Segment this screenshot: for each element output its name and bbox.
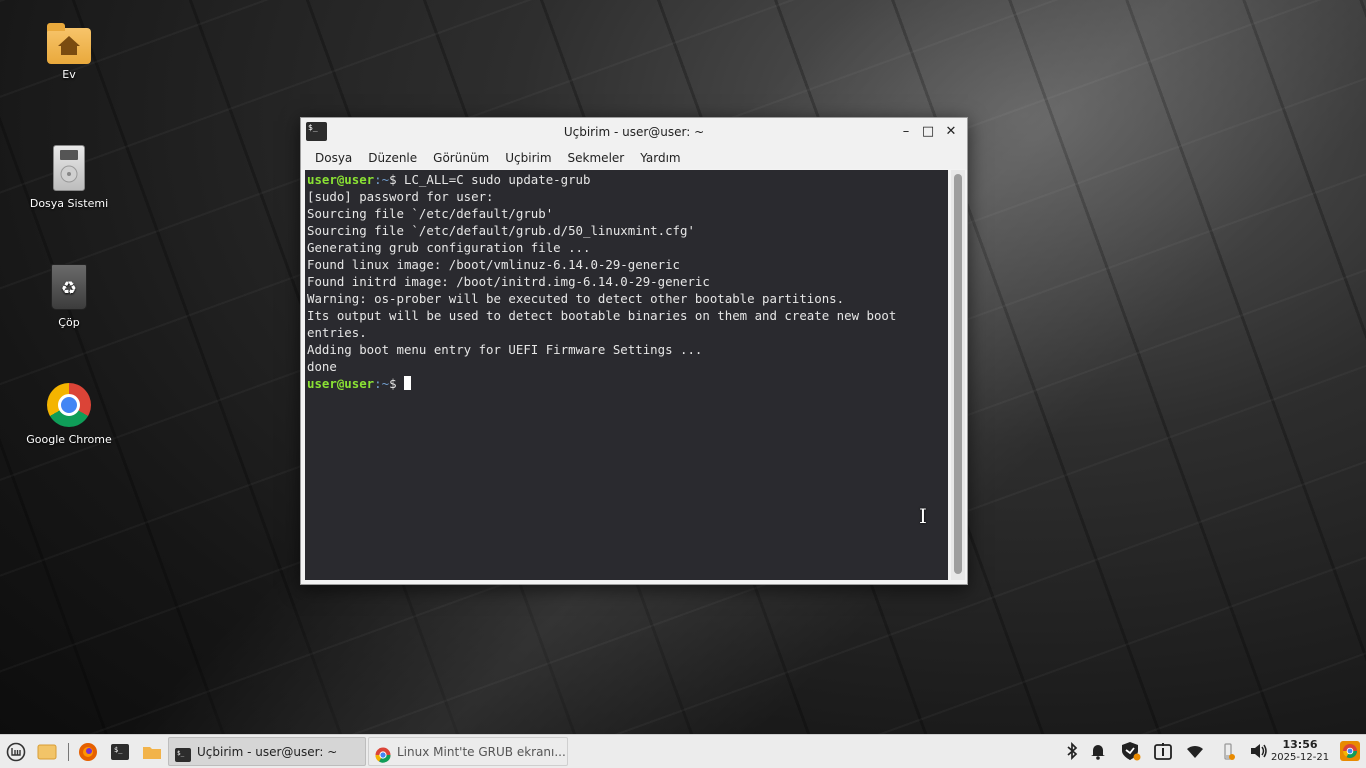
desktop-icon-chrome[interactable]: Google Chrome	[14, 383, 124, 446]
trash-icon: ♻	[51, 264, 87, 310]
svg-text:♻: ♻	[61, 278, 77, 299]
chrome-tray-icon[interactable]	[1340, 741, 1360, 761]
terminal-line: Found linux image: /boot/vmlinuz-6.14.0-…	[307, 257, 680, 272]
desktop-icon-label: Çöp	[58, 316, 80, 329]
files-launcher-icon[interactable]	[142, 742, 162, 762]
terminal-icon: $_	[175, 745, 191, 762]
shield-icon[interactable]	[1120, 741, 1141, 761]
show-desktop-icon[interactable]	[37, 742, 57, 762]
clock-time: 13:56	[1282, 738, 1318, 751]
terminal-line: Found initrd image: /boot/initrd.img-6.1…	[307, 274, 710, 289]
svg-text:$_: $_	[177, 750, 185, 757]
prompt-path: :~	[374, 376, 390, 391]
minimize-button[interactable]: –	[898, 124, 914, 140]
terminal-line: entries.	[307, 325, 367, 340]
text-cursor	[403, 376, 411, 390]
terminal-line: done	[307, 359, 337, 374]
terminal-line: Its output will be used to detect bootab…	[307, 308, 897, 323]
taskbar: $_ $_ Uçbirim - user@user: ~ Linux Mint'…	[0, 734, 1366, 768]
desktop-icon-home[interactable]: Ev	[14, 23, 124, 81]
menu-view[interactable]: Görünüm	[425, 147, 497, 169]
terminal-line: Generating grub configuration file ...	[307, 240, 591, 255]
command-text: LC_ALL=C sudo update-grub	[403, 172, 591, 187]
terminal-launcher-icon[interactable]: $_	[110, 742, 130, 762]
terminal-window[interactable]: $_ Uçbirim - user@user: ~ – □ ✕ Dosya Dü…	[300, 117, 968, 585]
task-chrome[interactable]: Linux Mint'te GRUB ekranı...	[368, 737, 568, 766]
window-title: Uçbirim - user@user: ~	[563, 125, 705, 139]
prompt-user: user@user	[307, 376, 375, 391]
clock-date: 2025-12-21	[1270, 752, 1330, 763]
prompt-symbol: $	[389, 376, 404, 391]
maximize-button[interactable]: □	[920, 124, 936, 140]
terminal-output[interactable]: user@user:~$ LC_ALL=C sudo update-grub [s…	[305, 170, 948, 580]
terminal-line: Adding boot menu entry for UEFI Firmware…	[307, 342, 703, 357]
wifi-icon[interactable]	[1185, 741, 1205, 761]
update-icon[interactable]	[1153, 741, 1173, 761]
svg-text:$_: $_	[114, 746, 123, 754]
menu-terminal[interactable]: Uçbirim	[497, 147, 559, 169]
task-label: Linux Mint'te GRUB ekranı...	[397, 745, 566, 759]
battery-icon[interactable]	[1218, 741, 1238, 761]
drive-icon	[53, 145, 85, 191]
firefox-icon[interactable]	[78, 742, 98, 762]
bluetooth-icon[interactable]	[1062, 741, 1082, 761]
menu-file[interactable]: Dosya	[307, 147, 360, 169]
window-titlebar[interactable]: $_ Uçbirim - user@user: ~ – □ ✕	[301, 118, 967, 147]
terminal-line: [sudo] password for user:	[307, 189, 494, 204]
terminal-line-prompt: user@user:~$	[307, 375, 948, 392]
menu-edit[interactable]: Düzenle	[360, 147, 425, 169]
prompt-user: user@user	[307, 172, 375, 187]
chrome-icon	[47, 383, 91, 427]
desktop-icon-label: Dosya Sistemi	[29, 197, 109, 210]
terminal-scrollbar[interactable]	[951, 170, 965, 580]
menu-help[interactable]: Yardım	[632, 147, 688, 169]
terminal-line-command: user@user:~$ LC_ALL=C sudo update-grub	[307, 171, 948, 188]
volume-icon[interactable]	[1249, 741, 1269, 761]
home-folder-icon	[47, 23, 91, 64]
prompt-symbol: $	[389, 172, 404, 187]
prompt-path: :~	[374, 172, 390, 187]
task-label: Uçbirim - user@user: ~	[197, 745, 338, 759]
terminal-line: Warning: os-prober will be executed to d…	[307, 291, 845, 306]
notification-bell-icon[interactable]	[1088, 741, 1108, 761]
ibeam-cursor-icon: I	[919, 504, 927, 528]
menu-tabs[interactable]: Sekmeler	[560, 147, 633, 169]
close-button[interactable]: ✕	[943, 124, 959, 140]
mint-menu-icon[interactable]	[6, 742, 26, 762]
clock[interactable]: 13:56 2025-12-21	[1270, 738, 1330, 765]
desktop-icon-filesystem[interactable]: Dosya Sistemi	[14, 145, 124, 210]
menubar: Dosya Düzenle Görünüm Uçbirim Sekmeler Y…	[301, 147, 967, 169]
terminal-line: Sourcing file `/etc/default/grub.d/50_li…	[307, 223, 695, 238]
scrollbar-thumb[interactable]	[954, 174, 962, 574]
task-terminal[interactable]: $_ Uçbirim - user@user: ~	[168, 737, 366, 766]
taskbar-separator	[68, 743, 69, 761]
terminal-line: Sourcing file `/etc/default/grub'	[307, 206, 554, 221]
desktop-icon-label: Ev	[62, 68, 76, 81]
chrome-icon	[375, 745, 391, 763]
desktop-icon-trash[interactable]: ♻ Çöp	[14, 264, 124, 329]
desktop-icon-label: Google Chrome	[26, 433, 112, 446]
